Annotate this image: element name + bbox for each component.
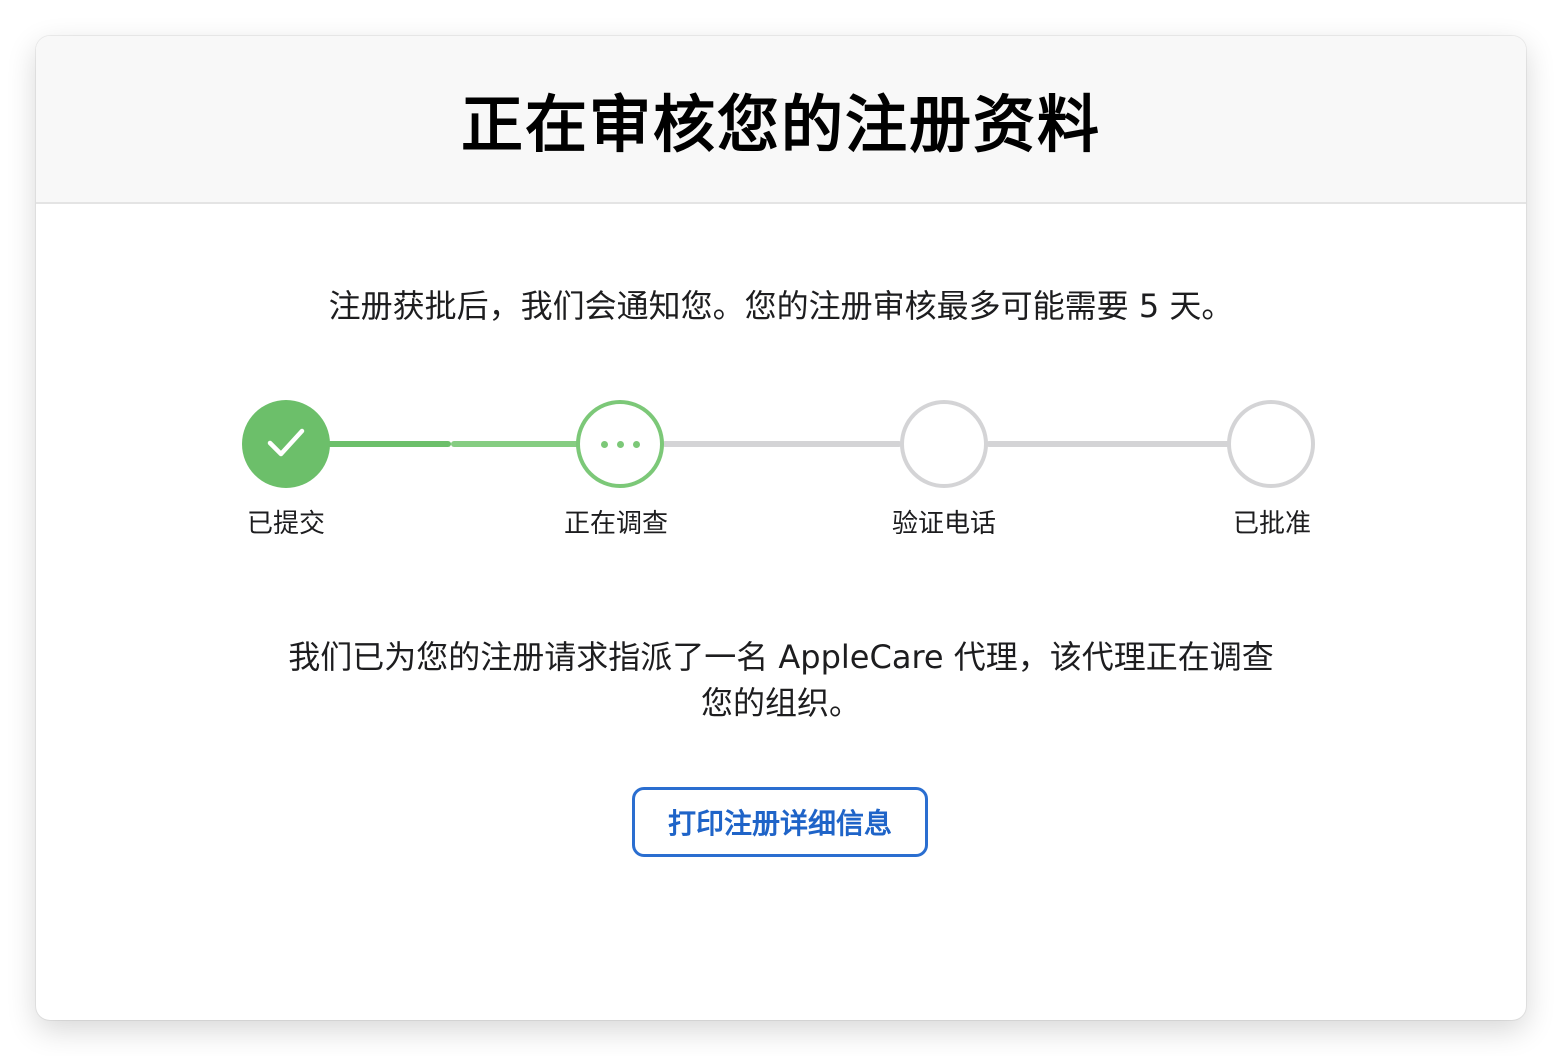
step-label-approved: 已批准 (1232, 509, 1311, 539)
step-circle-verify-phone (900, 400, 988, 488)
ellipsis-icon (600, 440, 640, 448)
step-label-verify-phone: 验证电话 (891, 509, 996, 539)
checkmark-icon (266, 426, 306, 462)
track-completed (326, 441, 451, 447)
step-circle-investigating (576, 400, 664, 488)
step-label-submitted: 已提交 (246, 509, 325, 539)
track-pending-2 (986, 441, 1230, 447)
progress-stepper: 已提交 正在调查 验证电话 已批准 (36, 36, 1526, 1020)
step-label-investigating: 正在调查 (563, 509, 668, 539)
step-circle-submitted (242, 400, 330, 488)
track-pending-1 (662, 441, 902, 447)
enrollment-status-card: 正在审核您的注册资料 注册获批后，我们会通知您。您的注册审核最多可能需要 5 天… (36, 36, 1526, 1020)
step-circle-approved (1227, 400, 1315, 488)
agent-assignment-text: 我们已为您的注册请求指派了一名 AppleCare 代理，该代理正在调查您的组织… (288, 638, 1274, 722)
track-in-progress (451, 441, 581, 447)
print-enrollment-details-button[interactable]: 打印注册详细信息 (632, 787, 928, 857)
